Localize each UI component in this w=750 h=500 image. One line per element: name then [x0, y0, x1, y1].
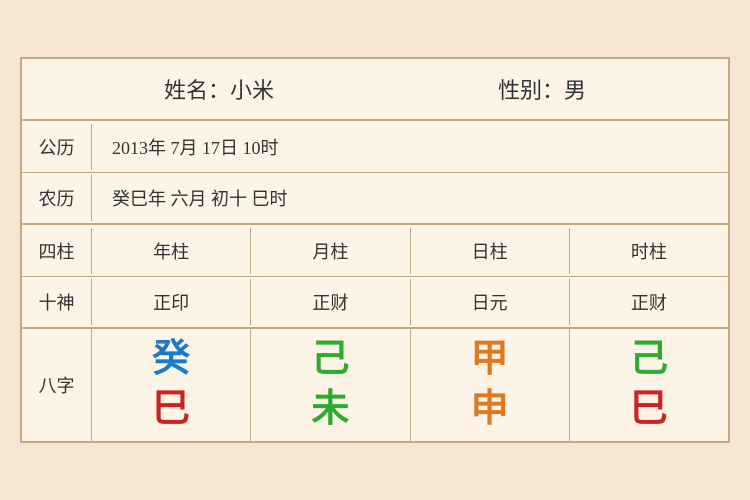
shishen-label: 十神	[22, 279, 92, 325]
gregorian-label: 公历	[22, 124, 92, 170]
shishen-row: 十神 正印 正财 日元 正财	[22, 277, 728, 329]
bazhi-label: 八字	[22, 329, 92, 441]
bazhi-hour-top: 己	[630, 339, 668, 381]
shishen-year: 正印	[92, 279, 251, 325]
bazhi-day-bottom: 申	[471, 389, 509, 431]
sipillar-hour: 时柱	[570, 228, 728, 274]
lunar-label: 农历	[22, 175, 92, 221]
sipillar-day: 日柱	[411, 228, 570, 274]
name-label: 姓名：小米	[164, 73, 274, 105]
sipillar-label: 四柱	[22, 228, 92, 274]
gregorian-row: 公历 2013年 7月 17日 10时	[22, 121, 728, 173]
main-container: 姓名：小米 性别：男 公历 2013年 7月 17日 10时 农历 癸巳年 六月…	[20, 57, 730, 443]
bazhi-month-bottom: 未	[311, 389, 349, 431]
bazhi-hour-bottom: 巳	[630, 389, 668, 431]
gender-label: 性别：男	[498, 73, 586, 105]
sipillar-year: 年柱	[92, 228, 251, 274]
shishen-month: 正财	[251, 279, 410, 325]
shishen-hour: 正财	[570, 279, 728, 325]
header-row: 姓名：小米 性别：男	[22, 59, 728, 121]
bazhi-day-top: 甲	[471, 339, 509, 381]
bazhi-year-bottom: 巳	[152, 389, 190, 431]
bazhi-row: 八字 癸 巳 己 未 甲 申 己 巳	[22, 329, 728, 441]
lunar-value: 癸巳年 六月 初十 巳时	[92, 175, 728, 221]
bazhi-day: 甲 申	[411, 329, 570, 441]
bazhi-month: 己 未	[251, 329, 410, 441]
bazhi-hour: 己 巳	[570, 329, 728, 441]
shishen-day: 日元	[411, 279, 570, 325]
sipillar-row: 四柱 年柱 月柱 日柱 时柱	[22, 225, 728, 277]
gregorian-value: 2013年 7月 17日 10时	[92, 124, 728, 170]
bazhi-year-top: 癸	[152, 339, 190, 381]
bazhi-month-top: 己	[311, 339, 349, 381]
sipillar-month: 月柱	[251, 228, 410, 274]
bazhi-year: 癸 巳	[92, 329, 251, 441]
lunar-row: 农历 癸巳年 六月 初十 巳时	[22, 173, 728, 225]
